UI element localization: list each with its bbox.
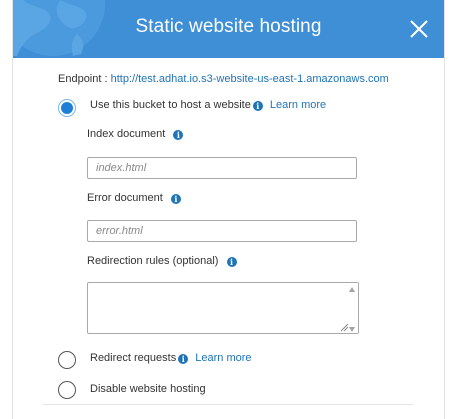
info-icon[interactable]: i <box>170 194 181 204</box>
footer-divider <box>43 404 413 405</box>
host-bucket-option: Use this bucket to host a website i Learn… <box>90 99 326 111</box>
endpoint-row: Endpoint : http://test.adhat.io.s3-websi… <box>58 73 389 85</box>
disable-hosting-label: Disable website hosting <box>90 383 206 395</box>
redirection-rules-textarea[interactable] <box>87 282 359 334</box>
modal-title: Static website hosting <box>135 16 322 37</box>
disable-hosting-radio[interactable] <box>58 381 76 399</box>
index-document-field: Index document i <box>87 128 184 140</box>
error-document-field: Error document i <box>87 192 181 204</box>
index-document-label: Index document <box>87 128 166 140</box>
endpoint-label: Endpoint : <box>58 73 108 85</box>
close-icon[interactable] <box>407 17 431 41</box>
host-bucket-learn-more-link[interactable]: Learn more <box>270 99 326 111</box>
error-document-label: Error document <box>87 192 163 204</box>
endpoint-url-link[interactable]: http://test.adhat.io.s3-website-us-east-… <box>111 73 389 85</box>
radio-selected-dot <box>61 102 73 114</box>
host-bucket-radio[interactable] <box>58 99 76 117</box>
modal-header: Static website hosting <box>13 0 444 58</box>
info-icon[interactable]: i <box>252 101 263 111</box>
redirection-rules-label: Redirection rules (optional) <box>87 255 219 267</box>
info-icon[interactable]: i <box>178 354 189 364</box>
host-bucket-label: Use this bucket to host a website <box>90 99 251 111</box>
scroll-up-arrow-icon[interactable] <box>349 287 355 292</box>
info-icon[interactable]: i <box>226 257 237 267</box>
redirect-learn-more-link[interactable]: Learn more <box>195 352 251 364</box>
scroll-down-arrow-icon[interactable] <box>349 327 355 332</box>
resize-grip-icon[interactable] <box>339 322 349 332</box>
index-document-input[interactable] <box>87 157 357 179</box>
static-website-hosting-modal: Static website hosting Endpoint : http:/… <box>12 0 445 419</box>
redirection-rules-field: Redirection rules (optional) i <box>87 255 237 267</box>
error-document-input[interactable] <box>87 220 357 242</box>
info-icon[interactable]: i <box>173 130 184 140</box>
redirect-requests-option: Redirect requests i Learn more <box>90 352 252 364</box>
redirect-requests-radio[interactable] <box>58 351 76 369</box>
redirect-requests-label: Redirect requests <box>90 352 177 364</box>
